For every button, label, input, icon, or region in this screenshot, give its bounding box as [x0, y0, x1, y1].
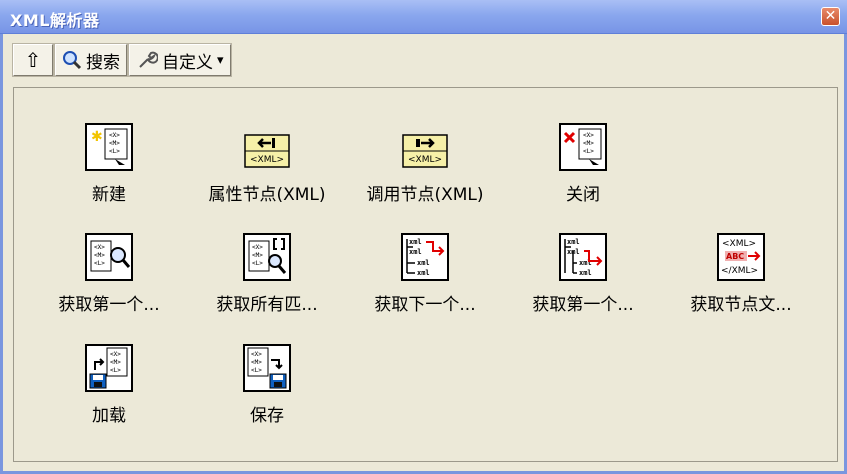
document-search-icon: <X> <M> <L> [85, 233, 133, 281]
title-bar[interactable]: XML解析器 ✕ [0, 0, 847, 34]
xml-node-text-icon: <XML> ABC </XML> [717, 233, 765, 281]
up-arrow-icon: ⇧ [24, 48, 42, 72]
up-button[interactable]: ⇧ [12, 43, 54, 77]
new-document-icon: <X> <M> <L> ✱ [85, 123, 133, 171]
svg-text:xml: xml [579, 269, 592, 277]
item-label: 加载 [92, 406, 126, 426]
svg-text:<XML>: <XML> [722, 239, 756, 249]
search-button[interactable]: 搜索 [54, 43, 128, 77]
item-label: 调用节点(XML) [366, 185, 484, 205]
palette-item-invoke-node[interactable]: <XML> 调用节点(XML) [345, 123, 505, 205]
svg-text:<M>: <M> [252, 252, 263, 259]
palette-item-get-first-child[interactable]: xml xml xml xml 获取第一个... [503, 233, 663, 315]
item-label: 新建 [92, 185, 126, 205]
customize-button[interactable]: 自定义 ▾ [128, 43, 232, 77]
svg-text:✱: ✱ [91, 129, 103, 145]
save-file-icon: <X> <M> <L> [243, 344, 291, 392]
svg-text:<L>: <L> [251, 367, 262, 374]
palette-item-load[interactable]: <X> <M> <L> 加载 [29, 344, 189, 426]
close-document-icon: <X> <M> <L> [559, 123, 607, 171]
svg-text:xml: xml [567, 238, 580, 246]
item-label: 获取节点文... [690, 295, 792, 315]
svg-text:</XML>: </XML> [721, 266, 758, 276]
svg-text:<X>: <X> [583, 132, 594, 139]
svg-text:<M>: <M> [110, 359, 121, 366]
svg-text:<L>: <L> [252, 260, 263, 267]
property-node-icon: <XML> [244, 134, 290, 168]
palette-item-close[interactable]: <X> <M> <L> 关闭 [503, 123, 663, 205]
svg-text:<L>: <L> [109, 148, 120, 155]
svg-text:<X>: <X> [110, 351, 121, 358]
item-label: 获取所有匹... [216, 295, 318, 315]
svg-text:<L>: <L> [94, 260, 105, 267]
customize-label: 自定义 [162, 52, 213, 73]
palette-item-new[interactable]: <X> <M> <L> ✱ 新建 [29, 123, 189, 205]
item-label: 保存 [250, 406, 284, 426]
item-label: 属性节点(XML) [208, 185, 326, 205]
svg-text:<X>: <X> [109, 132, 120, 139]
svg-text:<M>: <M> [94, 252, 105, 259]
svg-text:xml: xml [417, 259, 430, 267]
svg-text:<M>: <M> [251, 359, 262, 366]
svg-text:xml: xml [417, 269, 430, 277]
document-search-all-icon: <X> <M> <L> [243, 233, 291, 281]
close-button[interactable]: ✕ [821, 7, 840, 26]
item-label: 关闭 [566, 185, 600, 205]
magnifier-icon [63, 51, 82, 70]
item-label: 获取第一个... [58, 295, 160, 315]
palette-item-save[interactable]: <X> <M> <L> 保存 [187, 344, 347, 426]
palette-item-property-node[interactable]: <XML> 属性节点(XML) [187, 123, 347, 205]
palette-item-get-all-matched[interactable]: <X> <M> <L> 获取所有匹... [187, 233, 347, 315]
xml-tree-next-icon: xml xml xml xml [401, 233, 449, 281]
palette-item-get-node-text[interactable]: <XML> ABC </XML> 获取节点文... [661, 233, 821, 315]
svg-text:xml: xml [409, 248, 422, 256]
svg-text:xml: xml [567, 248, 580, 256]
palette-toolbar: ⇧ 搜索 自定义 ▾ [12, 43, 232, 78]
palette-item-get-next-sibling[interactable]: xml xml xml xml 获取下一个... [345, 233, 505, 315]
window-title: XML解析器 [10, 11, 100, 30]
xml-tree-child-icon: xml xml xml xml [559, 233, 607, 281]
svg-text:xml: xml [409, 238, 422, 246]
load-file-icon: <X> <M> <L> [85, 344, 133, 392]
svg-text:<X>: <X> [94, 244, 105, 251]
svg-text:<X>: <X> [252, 244, 263, 251]
svg-text:<M>: <M> [583, 140, 594, 147]
svg-text:<X>: <X> [251, 351, 262, 358]
palette-item-get-first-matched[interactable]: <X> <M> <L> 获取第一个... [29, 233, 189, 315]
chevron-down-icon: ▾ [217, 52, 224, 68]
svg-text:<L>: <L> [110, 367, 121, 374]
svg-text:<XML>: <XML> [408, 155, 442, 165]
search-label: 搜索 [86, 52, 120, 73]
svg-text:<XML>: <XML> [250, 155, 284, 165]
wrench-icon [139, 51, 158, 68]
svg-text:<L>: <L> [583, 148, 594, 155]
xml-parser-window: XML解析器 ✕ ⇧ 搜索 自定义 ▾ <X> <M> <L> ✱ 新建 <XM… [0, 0, 847, 474]
svg-text:ABC: ABC [726, 252, 744, 261]
palette-content: <X> <M> <L> ✱ 新建 <XML> 属性节点(XML) <XML> 调… [13, 87, 838, 462]
item-label: 获取第一个... [532, 295, 634, 315]
item-label: 获取下一个... [374, 295, 476, 315]
invoke-node-icon: <XML> [402, 134, 448, 168]
svg-text:<M>: <M> [109, 140, 120, 147]
